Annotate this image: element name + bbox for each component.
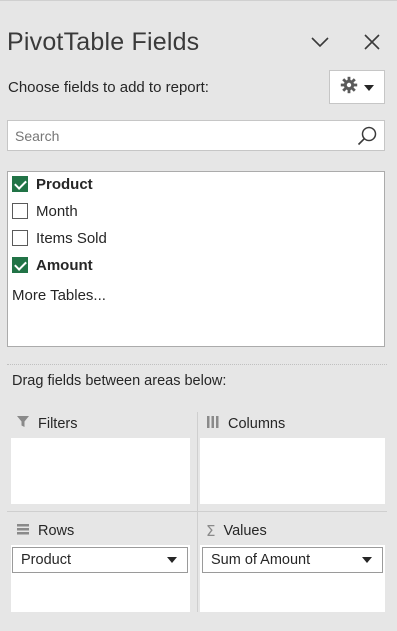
search-box (7, 120, 385, 151)
top-border (0, 0, 397, 1)
field-label: Items Sold (36, 229, 107, 247)
close-icon[interactable] (361, 31, 383, 53)
columns-label: Columns (228, 416, 286, 432)
filter-icon (16, 415, 30, 433)
columns-drop-area[interactable] (200, 438, 385, 504)
search-input[interactable] (15, 125, 345, 147)
field-label: Amount (36, 256, 93, 274)
values-area-header: Σ Values (206, 522, 267, 540)
gear-icon (340, 76, 358, 99)
field-list: Product Month Items Sold Amount More Tab… (7, 171, 385, 347)
sigma-icon: Σ (206, 522, 216, 540)
field-item-month[interactable]: Month (12, 200, 78, 222)
filters-drop-area[interactable] (11, 438, 190, 504)
dropdown-caret-icon (362, 557, 372, 563)
columns-icon (206, 415, 220, 433)
settings-button[interactable] (329, 70, 385, 104)
columns-area-header: Columns (206, 415, 285, 433)
chevron-down-icon[interactable] (309, 31, 331, 53)
dropdown-caret-icon (364, 78, 374, 96)
rows-field-label: Product (21, 552, 71, 568)
field-checkbox[interactable] (12, 257, 28, 273)
values-label: Values (223, 523, 267, 539)
rows-label: Rows (38, 523, 75, 539)
search-icon[interactable] (356, 125, 378, 152)
field-item-items-sold[interactable]: Items Sold (12, 227, 107, 249)
field-label: Product (36, 175, 93, 193)
rows-icon (16, 522, 30, 540)
filters-area-header: Filters (16, 415, 77, 433)
field-label: Month (36, 202, 78, 220)
field-item-amount[interactable]: Amount (12, 254, 93, 276)
drag-fields-label: Drag fields between areas below: (12, 373, 227, 389)
field-checkbox[interactable] (12, 203, 28, 219)
dropdown-caret-icon (167, 557, 177, 563)
divider (7, 364, 387, 365)
values-field-label: Sum of Amount (211, 552, 311, 568)
field-item-product[interactable]: Product (12, 173, 93, 195)
area-vertical-divider (197, 412, 198, 612)
field-checkbox[interactable] (12, 176, 28, 192)
rows-area-header: Rows (16, 522, 74, 540)
more-tables-link[interactable]: More Tables... (12, 287, 106, 304)
choose-fields-label: Choose fields to add to report: (8, 79, 209, 96)
values-field-sum-of-amount[interactable]: Sum of Amount (202, 547, 383, 573)
rows-field-product[interactable]: Product (12, 547, 188, 573)
field-checkbox[interactable] (12, 230, 28, 246)
filters-label: Filters (38, 416, 78, 432)
panel-title: PivotTable Fields (7, 28, 200, 56)
area-horizontal-divider (7, 511, 387, 512)
